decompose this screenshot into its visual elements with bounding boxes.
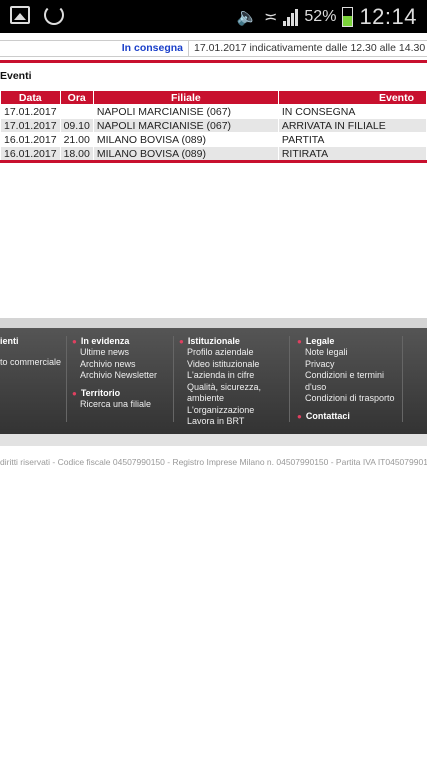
footer-link[interactable]: Condizioni e termini xyxy=(297,370,395,382)
footer-link[interactable]: Archivio news xyxy=(72,359,157,371)
column-header-ora: Ora xyxy=(59,90,94,105)
footer-link[interactable]: d'uso xyxy=(297,382,395,394)
footer-link[interactable]: L'organizzazione xyxy=(179,405,261,417)
footer-col-istituzionale: ● Istituzionale Profilo aziendale Video i… xyxy=(179,336,261,428)
cell-ora: 18.00 xyxy=(59,146,94,161)
footer-heading[interactable]: Contattaci xyxy=(306,411,350,421)
footer-top-band xyxy=(0,318,427,328)
footer-separator xyxy=(402,336,403,422)
cell-data: 17.01.2017 xyxy=(0,118,61,133)
events-table: Data Ora Filiale Evento 17.01.2017 NAPOL… xyxy=(0,90,427,161)
table-row: 17.01.2017 NAPOLI MARCIANISE (067) IN CO… xyxy=(0,104,427,119)
cell-ora: 21.00 xyxy=(59,132,94,147)
android-status-bar: 🔈 ≍ 52% 12:14 xyxy=(0,0,427,33)
bullet-icon: ● xyxy=(297,411,302,421)
battery-percent: 52% xyxy=(304,8,337,25)
cell-evento: RITIRATA xyxy=(277,146,427,161)
footer-link[interactable]: Archivio Newsletter xyxy=(72,370,157,382)
cell-evento: IN CONSEGNA xyxy=(277,104,427,119)
wifi-icon: ≍ xyxy=(264,9,278,26)
events-title: Eventi xyxy=(0,70,32,82)
footer-col-in-evidenza: ● In evidenza Ultime news Archivio news A… xyxy=(72,336,157,410)
table-header-row: Data Ora Filiale Evento xyxy=(0,90,427,105)
footer-link[interactable]: Privacy xyxy=(297,359,395,371)
table-row: 17.01.2017 09.10 NAPOLI MARCIANISE (067)… xyxy=(0,118,427,133)
footer-link[interactable]: L'azienda in cifre xyxy=(179,370,261,382)
site-footer: ienti to commerciale ● In evidenza Ultime… xyxy=(0,328,427,434)
cell-filiale: NAPOLI MARCIANISE (067) xyxy=(92,104,279,119)
footer-link[interactable]: Ultime news xyxy=(72,347,157,359)
cell-ora: 09.10 xyxy=(59,118,94,133)
legal-text: diritti riservati - Codice fiscale 04507… xyxy=(0,457,427,467)
cell-evento: PARTITA xyxy=(277,132,427,147)
footer-heading[interactable]: Legale xyxy=(306,336,335,346)
footer-heading[interactable]: Territorio xyxy=(81,388,120,398)
column-header-filiale: Filiale xyxy=(92,90,279,105)
footer-link[interactable]: ambiente xyxy=(179,393,261,405)
bullet-icon: ● xyxy=(72,388,77,398)
cell-filiale: NAPOLI MARCIANISE (067) xyxy=(92,118,279,133)
cell-data: 16.01.2017 xyxy=(0,132,61,147)
footer-link[interactable]: Note legali xyxy=(297,347,395,359)
mute-icon: 🔈 xyxy=(236,7,258,26)
delivery-status-text: 17.01.2017 indicativamente dalle 12.30 a… xyxy=(194,42,426,54)
delivery-status-label: In consegna xyxy=(0,41,189,56)
footer-link[interactable]: Profilo aziendale xyxy=(179,347,261,359)
footer-link[interactable]: Condizioni di trasporto xyxy=(297,393,395,405)
bullet-icon: ● xyxy=(179,337,184,346)
footer-separator xyxy=(173,336,174,422)
footer-col-clienti: ienti to commerciale xyxy=(0,336,61,369)
footer-bottom-band xyxy=(0,434,427,446)
cell-filiale: MILANO BOVISA (089) xyxy=(92,132,279,147)
column-header-data: Data xyxy=(0,90,61,105)
cell-data: 16.01.2017 xyxy=(0,146,61,161)
footer-link[interactable]: Lavora in BRT xyxy=(179,416,261,428)
footer-link[interactable]: Video istituzionale xyxy=(179,359,261,371)
table-row: 16.01.2017 18.00 MILANO BOVISA (089) RIT… xyxy=(0,146,427,161)
footer-separator xyxy=(289,336,290,422)
battery-charging-icon xyxy=(342,7,354,27)
cell-data: 17.01.2017 xyxy=(0,104,61,119)
divider xyxy=(0,160,427,163)
footer-link[interactable]: Qualità, sicurezza, xyxy=(179,382,261,394)
gallery-icon xyxy=(10,6,30,24)
bullet-icon: ● xyxy=(72,337,77,346)
footer-link[interactable]: to commerciale xyxy=(0,357,61,369)
signal-icon xyxy=(283,8,299,26)
footer-heading[interactable]: In evidenza xyxy=(81,336,130,346)
cell-evento: ARRIVATA IN FILIALE xyxy=(277,118,427,133)
sync-icon xyxy=(44,5,64,25)
footer-heading[interactable]: Istituzionale xyxy=(188,336,240,346)
bullet-icon: ● xyxy=(297,337,302,346)
delivery-status-row: In consegna 17.01.2017 indicativamente d… xyxy=(0,40,427,57)
cell-filiale: MILANO BOVISA (089) xyxy=(92,146,279,161)
table-row: 16.01.2017 21.00 MILANO BOVISA (089) PAR… xyxy=(0,132,427,147)
cell-ora xyxy=(59,104,94,119)
footer-col-legale: ● Legale Note legali Privacy Condizioni e… xyxy=(297,336,395,422)
footer-link[interactable]: Ricerca una filiale xyxy=(72,399,157,411)
column-header-evento: Evento xyxy=(277,90,427,105)
footer-heading[interactable]: ienti xyxy=(0,336,61,346)
clock: 12:14 xyxy=(359,4,417,29)
footer-separator xyxy=(66,336,67,422)
divider xyxy=(0,60,427,63)
